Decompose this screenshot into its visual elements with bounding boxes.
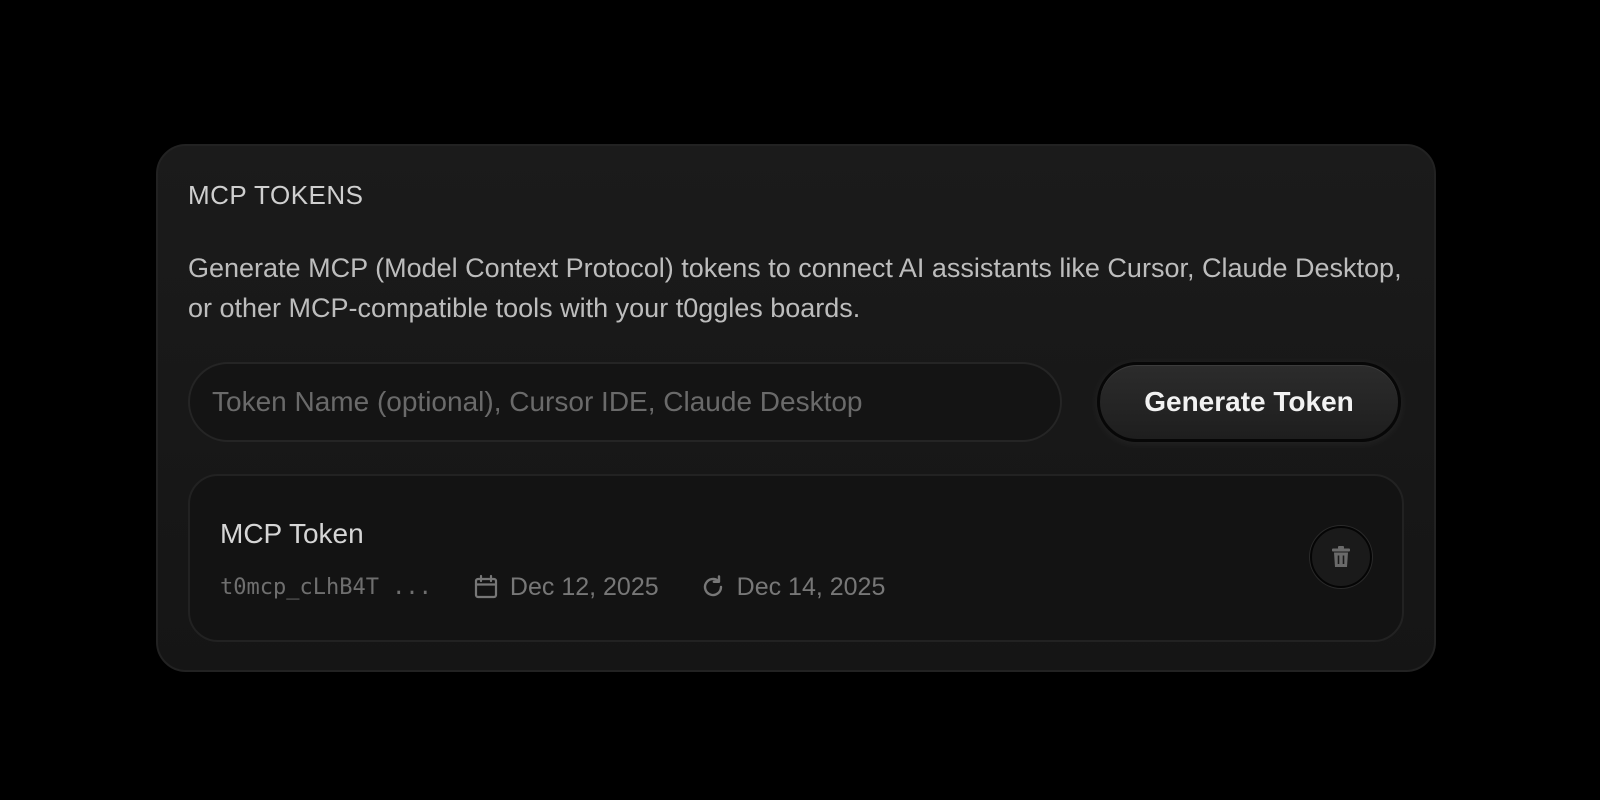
token-card: MCP Token t0mcp_cLhB4T ... Dec 12, 2025	[188, 474, 1404, 642]
token-last-used-date: Dec 14, 2025	[736, 572, 886, 601]
panel-title: MCP TOKENS	[188, 180, 364, 210]
token-name: MCP Token	[220, 518, 364, 549]
token-preview: t0mcp_cLhB4T ...	[220, 574, 432, 600]
mcp-tokens-panel: MCP TOKENS Generate MCP (Model Context P…	[156, 144, 1436, 672]
panel-description: Generate MCP (Model Context Protocol) to…	[188, 253, 1402, 323]
generate-token-button[interactable]: Generate Token	[1097, 362, 1401, 442]
token-meta: t0mcp_cLhB4T ... Dec 12, 2025 Dec 14, 20…	[220, 570, 885, 604]
delete-token-button[interactable]	[1310, 526, 1372, 588]
refresh-icon	[699, 573, 727, 601]
token-created: Dec 12, 2025	[472, 573, 659, 602]
token-created-date: Dec 12, 2025	[509, 572, 659, 601]
calendar-icon	[472, 573, 500, 601]
token-last-used: Dec 14, 2025	[699, 572, 886, 602]
token-name-input[interactable]	[188, 362, 1062, 442]
trash-icon	[1328, 544, 1354, 570]
